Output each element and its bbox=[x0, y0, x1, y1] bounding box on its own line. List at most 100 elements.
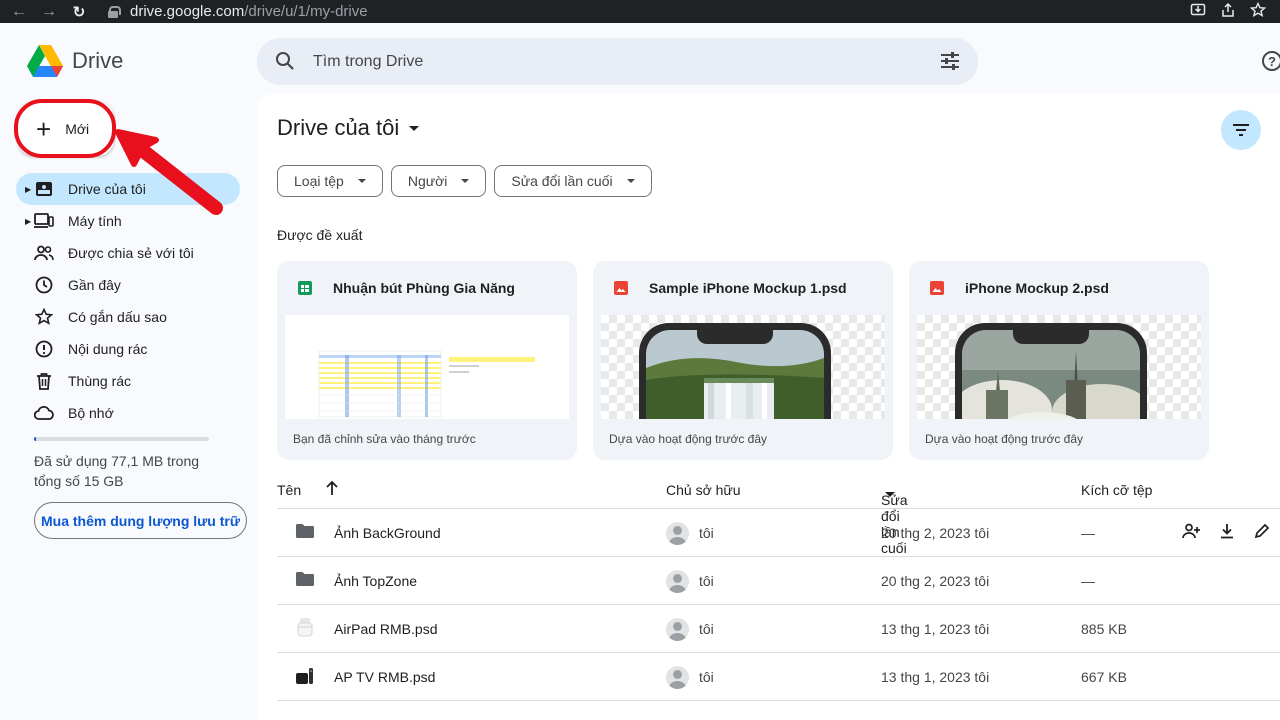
modified-text: 20 thg 2, 2023 tôi bbox=[881, 525, 990, 541]
search-bar[interactable]: Tìm trong Drive bbox=[257, 38, 978, 85]
modified-text: 20 thg 2, 2023 tôi bbox=[881, 573, 990, 589]
app-name: Drive bbox=[72, 48, 124, 73]
card-note: Bạn đã chỉnh sửa vào tháng trước bbox=[293, 432, 476, 446]
card-file-name: iPhone Mockup 2.psd bbox=[965, 280, 1109, 296]
address-bar[interactable]: drive.google.com/drive/u/1/my-drive bbox=[108, 0, 1268, 23]
image-file-icon bbox=[930, 281, 944, 295]
drive-logo-icon bbox=[27, 45, 63, 77]
back-icon[interactable]: ← bbox=[8, 1, 30, 23]
computer-icon bbox=[34, 211, 54, 231]
table-header: Tên Chủ sở hữu Sửa đổi lần cuối Kích cỡ … bbox=[277, 472, 1280, 556]
row-actions bbox=[1182, 523, 1270, 542]
search-input[interactable]: Tìm trong Drive bbox=[313, 53, 423, 71]
owner-text: tôi bbox=[699, 621, 714, 637]
card-file-name: Sample iPhone Mockup 1.psd bbox=[649, 280, 847, 296]
help-icon[interactable]: ? bbox=[1262, 51, 1280, 71]
search-options-icon[interactable] bbox=[940, 51, 960, 76]
avatar bbox=[666, 522, 689, 545]
reload-icon[interactable]: ↻ bbox=[68, 1, 90, 23]
file-name: AP TV RMB.psd bbox=[334, 669, 436, 685]
filter-button[interactable] bbox=[1221, 110, 1261, 150]
card-file-name: Nhuận bút Phùng Gia Năng bbox=[333, 280, 515, 296]
sidebar-item-spam[interactable]: Nội dung rác bbox=[16, 333, 240, 365]
url-path: /drive/u/1/my-drive bbox=[244, 3, 368, 20]
chevron-down-icon bbox=[409, 125, 420, 131]
sidebar-item-label: Gần đây bbox=[68, 277, 121, 293]
chip-label: Loại tệp bbox=[294, 173, 344, 189]
sidebar-item-trash[interactable]: Thùng rác bbox=[16, 365, 240, 397]
spreadsheet-thumbnail bbox=[285, 315, 569, 419]
sidebar-item-label: Được chia sẻ với tôi bbox=[68, 245, 194, 261]
table-row[interactable]: AP TV RMB.psd tôi 13 thg 1, 2023 tôi 667… bbox=[277, 653, 1280, 701]
sidebar-item-storage[interactable]: Bộ nhớ bbox=[16, 397, 240, 429]
trash-icon bbox=[34, 371, 54, 391]
image-thumbnail bbox=[917, 315, 1201, 419]
suggested-card[interactable]: Sample iPhone Mockup 1.psd Dựa vào hoạt … bbox=[593, 261, 893, 460]
shared-icon bbox=[34, 243, 54, 263]
size-text: 885 KB bbox=[1081, 621, 1127, 637]
lock-icon bbox=[108, 5, 121, 18]
sheets-icon bbox=[298, 281, 312, 295]
owner-text: tôi bbox=[699, 573, 714, 589]
rename-pencil-icon[interactable] bbox=[1254, 523, 1270, 542]
suggested-card[interactable]: Nhuận bút Phùng Gia Năng Bạn đã chỉnh sử… bbox=[277, 261, 577, 460]
sidebar-item-shared[interactable]: Được chia sẻ với tôi bbox=[16, 237, 240, 269]
chip-file-type[interactable]: Loại tệp bbox=[277, 165, 383, 197]
chip-label: Người bbox=[407, 173, 448, 189]
size-text: — bbox=[1081, 573, 1095, 589]
owner-text: tôi bbox=[699, 669, 714, 685]
search-icon[interactable] bbox=[275, 51, 295, 76]
table-row[interactable]: Ảnh BackGround tôi 20 thg 2, 2023 tôi — bbox=[277, 509, 1280, 557]
main-panel: Drive của tôi Loại tệp Người Sửa đổi lần… bbox=[257, 94, 1280, 720]
owner-text: tôi bbox=[699, 525, 714, 541]
page-title[interactable]: Drive của tôi bbox=[277, 115, 420, 141]
image-file-icon bbox=[614, 281, 628, 295]
modified-text: 13 thg 1, 2023 tôi bbox=[881, 621, 990, 637]
drive-logo[interactable]: Drive bbox=[26, 44, 123, 78]
storage-bar bbox=[34, 437, 209, 441]
chip-people[interactable]: Người bbox=[390, 165, 487, 197]
column-header-name[interactable]: Tên bbox=[277, 482, 301, 498]
chip-label: Sửa đổi lần cuối bbox=[511, 173, 613, 189]
suggested-heading: Được đề xuất bbox=[277, 227, 363, 243]
sidebar-item-starred[interactable]: Có gắn dấu sao bbox=[16, 301, 240, 333]
filter-chips: Loại tệp Người Sửa đổi lần cuối bbox=[277, 165, 652, 197]
image-thumbnail bbox=[601, 315, 885, 419]
avatar bbox=[666, 666, 689, 689]
expand-caret-icon[interactable]: ▶ bbox=[25, 185, 31, 194]
bookmark-star-icon[interactable] bbox=[1249, 1, 1267, 21]
folder-icon bbox=[295, 571, 315, 590]
forward-icon[interactable]: → bbox=[38, 1, 60, 23]
sort-arrow-up-icon[interactable] bbox=[325, 480, 339, 499]
file-table: Tên Chủ sở hữu Sửa đổi lần cuối Kích cỡ … bbox=[277, 472, 1280, 701]
filter-icon bbox=[1233, 124, 1249, 136]
clock-icon bbox=[34, 275, 54, 295]
card-note: Dựa vào hoạt động trước đây bbox=[925, 432, 1084, 446]
file-name: Ảnh BackGround bbox=[334, 525, 441, 541]
table-row[interactable]: AirPad RMB.psd tôi 13 thg 1, 2023 tôi 88… bbox=[277, 605, 1280, 653]
sidebar-item-label: Có gắn dấu sao bbox=[68, 309, 167, 325]
share-icon[interactable] bbox=[1220, 2, 1236, 21]
sidebar-item-recent[interactable]: Gần đây bbox=[16, 269, 240, 301]
file-name: AirPad RMB.psd bbox=[334, 621, 438, 637]
avatar bbox=[666, 570, 689, 593]
size-text: 667 KB bbox=[1081, 669, 1127, 685]
expand-caret-icon[interactable]: ▶ bbox=[25, 217, 31, 226]
chevron-down-icon bbox=[626, 179, 635, 183]
star-icon bbox=[34, 307, 54, 327]
download-icon[interactable] bbox=[1219, 523, 1235, 542]
buy-storage-button[interactable]: Mua thêm dung lượng lưu trữ bbox=[34, 502, 247, 539]
chip-modified[interactable]: Sửa đổi lần cuối bbox=[494, 165, 652, 197]
my-drive-icon bbox=[34, 179, 54, 199]
table-row[interactable]: Ảnh TopZone tôi 20 thg 2, 2023 tôi — bbox=[277, 557, 1280, 605]
browser-toolbar: ← → ↻ drive.google.com/drive/u/1/my-driv… bbox=[0, 0, 1280, 23]
suggested-card[interactable]: iPhone Mockup 2.psd Dựa vào hoạt động tr… bbox=[909, 261, 1209, 460]
column-header-owner[interactable]: Chủ sở hữu bbox=[666, 482, 741, 498]
modified-text: 13 thg 1, 2023 tôi bbox=[881, 669, 990, 685]
sidebar-item-label: Nội dung rác bbox=[68, 341, 148, 357]
column-header-size[interactable]: Kích cỡ tệp bbox=[1081, 482, 1152, 498]
sidebar-item-label: Bộ nhớ bbox=[68, 405, 114, 421]
install-icon[interactable] bbox=[1190, 2, 1206, 21]
airpods-thumbnail-icon bbox=[295, 618, 315, 641]
add-person-icon[interactable] bbox=[1182, 523, 1200, 542]
